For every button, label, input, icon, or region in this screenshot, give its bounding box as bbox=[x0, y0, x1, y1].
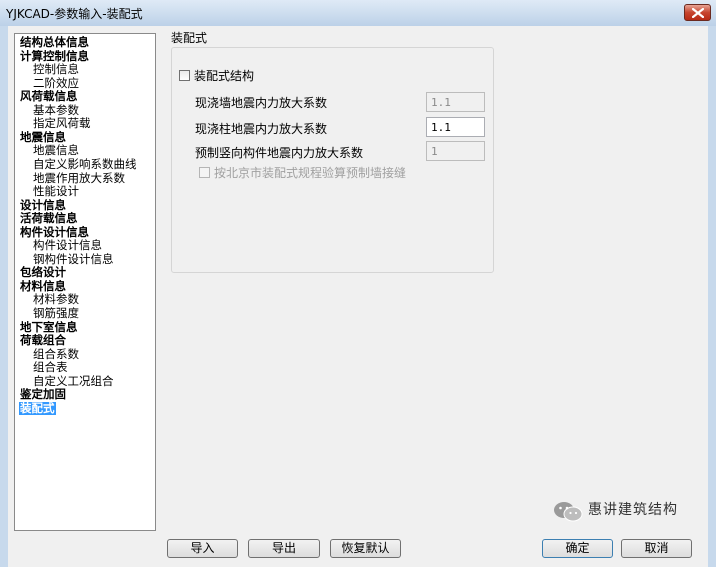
column-factor-input[interactable] bbox=[426, 117, 485, 137]
tree-item[interactable]: 计算控制信息 bbox=[19, 49, 90, 63]
tree-item[interactable]: 风荷载信息 bbox=[19, 90, 79, 103]
tree-item[interactable]: 自定义影响系数曲线 bbox=[32, 157, 138, 171]
watermark-text: 惠讲建筑结构 bbox=[588, 502, 678, 518]
ok-button[interactable]: 确定 bbox=[542, 539, 613, 558]
tree-item[interactable]: 设计信息 bbox=[19, 198, 67, 212]
tree-item[interactable]: 二阶效应 bbox=[32, 76, 80, 90]
title-bar: YJKCAD-参数输入-装配式 bbox=[0, 0, 716, 26]
import-button[interactable]: 导入 bbox=[167, 539, 238, 558]
tree-item[interactable]: 活荷载信息 bbox=[19, 212, 79, 225]
tree-item[interactable]: 组合系数 bbox=[32, 347, 80, 361]
tree-item[interactable]: 荷载组合 bbox=[19, 334, 67, 347]
tree-item[interactable]: 地下室信息 bbox=[19, 320, 79, 334]
tree-item[interactable]: 构件设计信息 bbox=[32, 239, 103, 252]
restore-default-button[interactable]: 恢复默认 bbox=[330, 539, 401, 558]
tree-item[interactable]: 包络设计 bbox=[19, 266, 67, 279]
tree-item[interactable]: 地震作用放大系数 bbox=[32, 171, 126, 185]
tree-item[interactable]: 地震信息 bbox=[19, 130, 67, 144]
prefab-structure-checkbox[interactable] bbox=[179, 70, 190, 81]
tree-item[interactable]: 自定义工况组合 bbox=[32, 374, 115, 388]
window-title: YJKCAD-参数输入-装配式 bbox=[6, 7, 143, 21]
panel-title: 装配式 bbox=[171, 31, 208, 45]
tree-item[interactable]: 结构总体信息 bbox=[19, 36, 90, 49]
tree-item[interactable]: 装配式 bbox=[19, 401, 56, 415]
prefab-structure-label: 装配式结构 bbox=[194, 69, 255, 83]
tree-item[interactable]: 材料参数 bbox=[32, 293, 80, 306]
beijing-joint-label: 按北京市装配式规程验算预制墙接缝 bbox=[214, 166, 407, 180]
beijing-joint-checkbox[interactable] bbox=[199, 167, 210, 178]
tree-item[interactable]: 构件设计信息 bbox=[19, 225, 90, 239]
tree-item[interactable]: 钢筋强度 bbox=[32, 307, 80, 320]
wechat-icon bbox=[554, 502, 583, 522]
tree-item[interactable]: 性能设计 bbox=[32, 185, 80, 198]
tree-item[interactable]: 地震信息 bbox=[32, 144, 80, 157]
cancel-button[interactable]: 取消 bbox=[621, 539, 692, 558]
tree-item[interactable]: 基本参数 bbox=[32, 103, 80, 117]
tree-item[interactable]: 控制信息 bbox=[32, 63, 80, 76]
close-icon bbox=[692, 8, 704, 18]
tree-item[interactable]: 钢构件设计信息 bbox=[32, 252, 115, 266]
tree-item[interactable]: 鉴定加固 bbox=[19, 388, 67, 401]
field-label-column: 现浇柱地震内力放大系数 bbox=[195, 122, 328, 136]
tree-item[interactable]: 材料信息 bbox=[19, 279, 67, 293]
dialog-client: 结构总体信息 计算控制信息 控制信息 二阶效应 风荷载信息 基本参数 指定风荷载 地震信息 地震… bbox=[8, 26, 708, 567]
navigation-tree[interactable]: 结构总体信息 计算控制信息 控制信息 二阶效应 风荷载信息 基本参数 指定风荷载 地震信息 地震… bbox=[14, 33, 156, 531]
tree-item[interactable]: 组合表 bbox=[32, 361, 69, 374]
field-label-wall: 现浇墙地震内力放大系数 bbox=[195, 96, 328, 110]
precast-factor-input[interactable] bbox=[426, 141, 485, 161]
tree-item[interactable]: 指定风荷载 bbox=[32, 117, 92, 130]
field-label-precast: 预制竖向构件地震内力放大系数 bbox=[195, 146, 364, 160]
wall-factor-input[interactable] bbox=[426, 92, 485, 112]
close-button[interactable] bbox=[684, 4, 711, 21]
export-button[interactable]: 导出 bbox=[248, 539, 320, 558]
